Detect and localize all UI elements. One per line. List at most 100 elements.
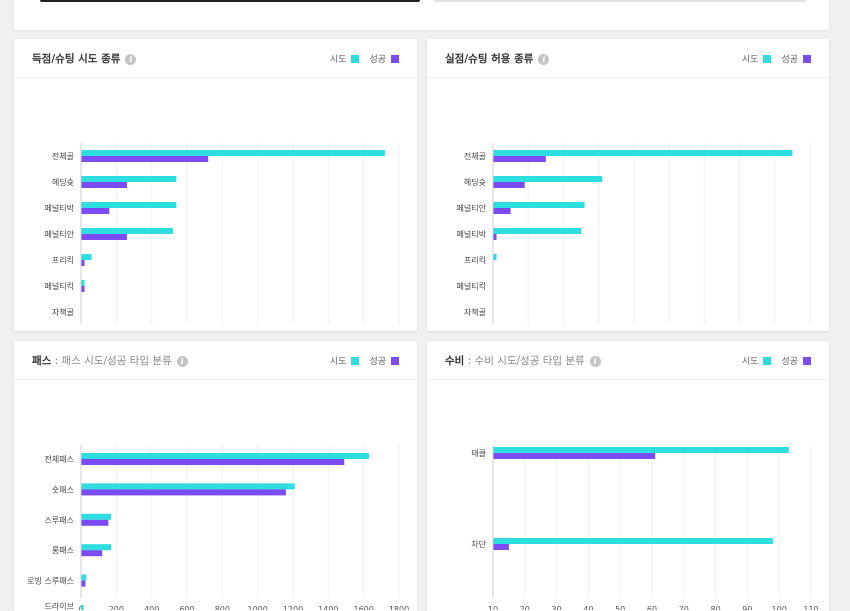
title-text: 패스 [32,355,52,367]
y-category-label: 페널티킥 [45,281,74,291]
info-icon[interactable]: i [589,356,601,367]
legend-success-label: 성공 [781,55,798,65]
bar-attempt [81,254,92,260]
legend: 시도 성공 [742,52,811,65]
y-category-label: 숏패스 [52,484,74,494]
bar-attempt [81,513,112,520]
x-tick-label: 1800 [389,605,409,610]
bar-attempt [81,202,177,208]
title-text: 실점/슈팅 허용 종류 [445,53,534,65]
bar-success [493,453,656,459]
bar-success [81,519,109,526]
legend-success-label: 성공 [369,357,386,367]
y-category-label: 페널티박 [45,203,75,213]
previous-card [14,0,829,30]
y-category-label: 페널티킥 [457,281,486,291]
legend-attempt-label: 시도 [741,55,759,65]
bar-success [493,234,497,240]
x-tick-label: 200 [109,605,124,610]
bar-success [493,182,525,188]
legend-success-swatch [391,357,399,365]
bar-attempt [493,202,585,208]
y-category-label: 스루패스 [45,515,74,525]
x-tick-label: 1000 [247,605,267,610]
x-tick-label: 90 [742,605,752,610]
chart-card-conceded: 실점/슈팅 허용 종류i 시도성공 0102030405060708090전체골… [427,39,829,331]
x-tick-label: 40 [583,605,593,610]
card-title: 수비 : 수비 시도/성공 타입 분류 i [445,353,601,368]
legend-attempt-swatch [763,55,772,63]
legend-success-swatch [391,55,399,63]
x-tick-label: 80 [711,605,721,610]
bar-attempt [81,483,295,490]
card-title: 득점/슈팅 시도 종류 i [32,51,137,66]
info-icon[interactable]: i [538,54,550,65]
bar-success [81,234,127,240]
bar-attempt [81,228,173,234]
x-tick-label: 800 [215,605,230,610]
x-tick-label: 100 [772,605,787,610]
title-text: 득점/슈팅 시도 종류 [32,53,121,65]
bar-attempt [81,544,112,551]
bar-chart: 0102030405060708090전체골헤딩슛페널티안페널티박프리킥페널티킥… [457,143,811,324]
bar-attempt [81,605,84,610]
bar-success [81,459,345,465]
bar-success [81,156,209,162]
legend: 시도 성공 [742,354,811,367]
card-title: 실점/슈팅 허용 종류 i [445,51,550,66]
title-separator: : [51,355,62,367]
y-category-label: 헤딩슛 [52,177,74,187]
y-category-label: 롱패스 [52,545,74,555]
y-category-label: 페널티박 [457,229,487,239]
legend: 시도 성공 [330,52,399,65]
bar-chart: 0102030405060708090전체골헤딩슛페널티박페널티안프리킥페널티킥… [45,143,400,324]
bar-attempt [493,228,582,234]
chart-card-defense: 수비 : 수비 시도/성공 타입 분류 i 시도 성공 10 20 30 40 50 60 70… [427,341,829,611]
y-category-label: 자책골 [52,307,74,317]
bar-success [81,580,86,587]
x-tick-label: 600 [179,605,194,610]
x-tick-label: 1200 [283,605,303,610]
legend-success-label: 성공 [369,55,386,65]
y-category-label: 페널티안 [457,203,487,213]
x-tick-label: 400 [144,605,159,610]
bar-attempt [493,538,773,544]
legend-attempt-label: 시도 [741,357,759,367]
x-tick-label: 30 [552,605,562,610]
legend-success-label: 성공 [781,357,798,367]
bar-attempt [81,280,85,286]
info-icon[interactable]: i [125,54,137,65]
card-header: 실점/슈팅 허용 종류 i 시도 성공 [427,39,829,78]
bar-attempt [81,150,385,156]
y-category-label: 페널티안 [45,229,75,239]
y-category-label: 로빙 스루패스 [27,576,74,586]
legend-attempt-swatch [763,357,772,365]
legend-attempt-swatch [351,55,360,63]
bar-chart: 020040060080010001200140016001800전체패스숏패스… [27,445,409,610]
card-title: 패스 : 패스 시도/성공 타입 분류 i [32,353,188,368]
x-tick-label: 20 [520,605,530,610]
x-tick-label: 70 [679,605,689,610]
bar-attempt [81,176,177,182]
y-category-label: 전체골 [52,151,74,161]
bar-attempt [493,254,497,260]
info-icon[interactable]: i [176,356,188,367]
card-header: 패스 : 패스 시도/성공 타입 분류 i 시도 성공 [14,341,417,380]
bar-success [81,286,85,292]
subtitle-text: 패스 시도/성공 타입 분류 [61,355,172,367]
x-tick-label: 10 [488,605,498,610]
bar-attempt [81,574,87,581]
card-header: 득점/슈팅 시도 종류 i 시도 성공 [14,39,417,78]
bar-attempt [493,176,603,182]
y-category-label: 프리킥 [464,255,486,265]
y-category-label: 전체패스 [45,454,74,464]
x-tick-label: 1400 [318,605,338,610]
dark-bar [40,0,420,2]
y-category-label: 차단 [471,539,486,549]
bar-success [493,544,509,550]
bar-attempt [493,447,789,453]
bar-success [81,489,286,496]
bar-success [81,182,127,188]
legend-attempt-swatch [351,357,360,365]
title-separator: : [464,355,475,367]
